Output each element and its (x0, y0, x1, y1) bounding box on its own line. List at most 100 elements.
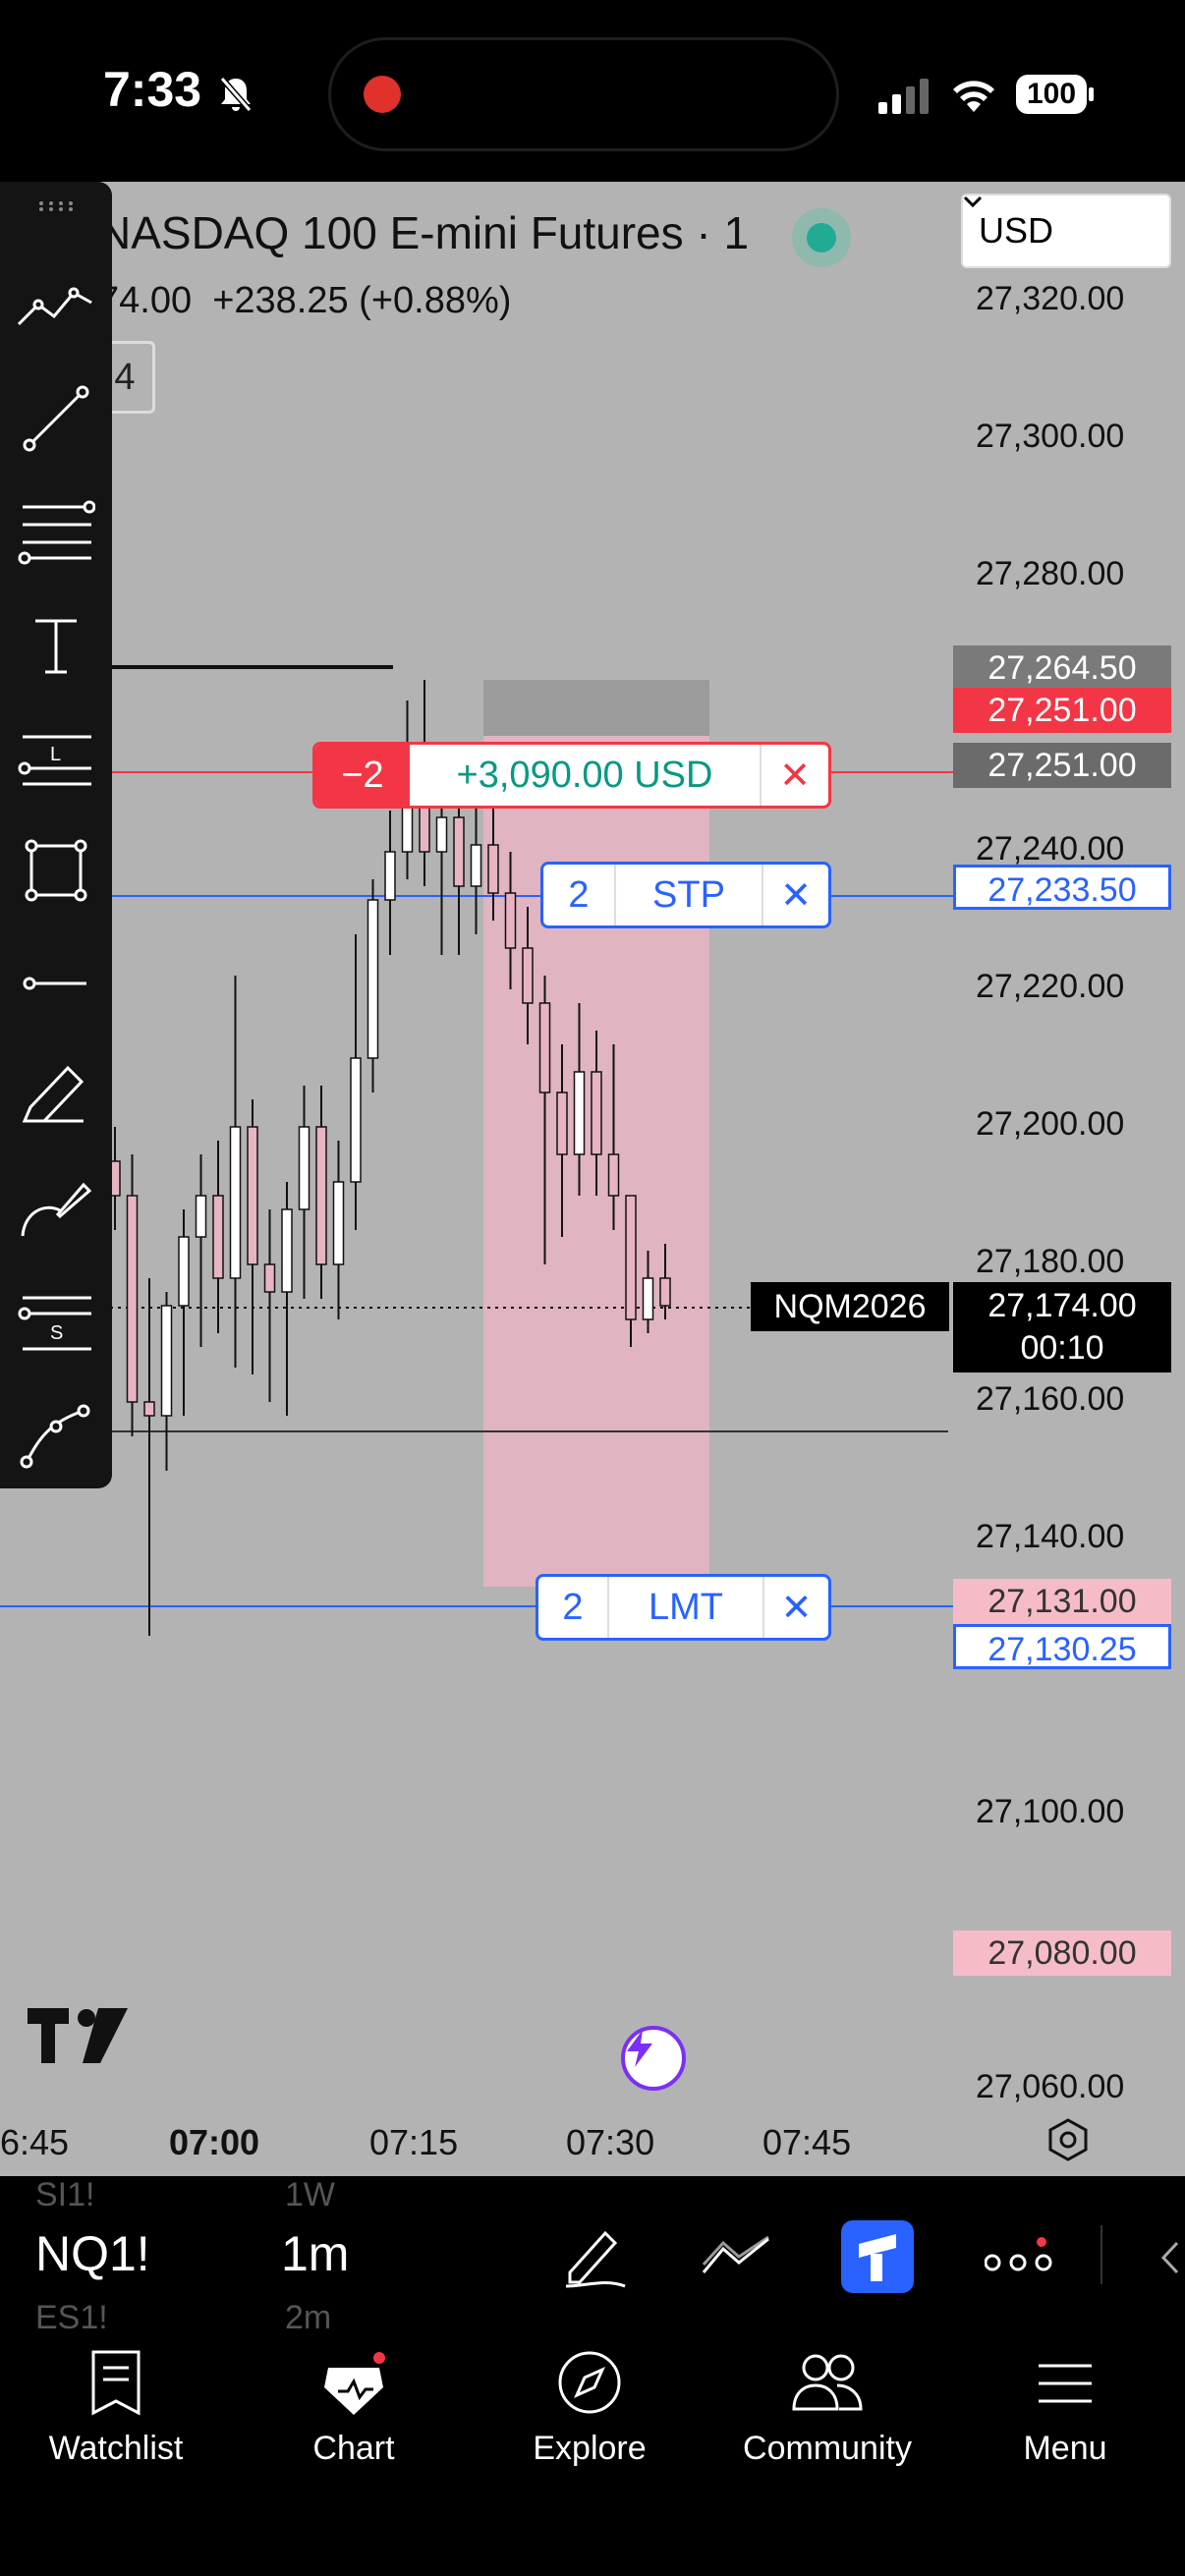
battery-tip (1089, 87, 1094, 101)
close-position-button[interactable]: ✕ (762, 745, 828, 806)
price-axis-label: 27,300.00 (976, 418, 1125, 455)
chart-area[interactable]: NASDAQ 100 E-mini Futures · 1 74.00 +238… (0, 182, 1185, 2176)
bar-countdown: 00:10 (1020, 1329, 1104, 1367)
long-position-tool-button[interactable]: L (16, 717, 96, 798)
chart-title[interactable]: NASDAQ 100 E-mini Futures · 1 (98, 206, 749, 259)
tab-label: Chart (312, 2430, 395, 2467)
pencil-icon[interactable] (562, 2217, 627, 2292)
candle-body (504, 892, 517, 949)
tab-label: Watchlist (48, 2430, 184, 2467)
candle-body (607, 1153, 620, 1197)
more-icon[interactable] (985, 2237, 1053, 2276)
candle-body (298, 1126, 310, 1210)
short-position-icon: S (18, 1296, 91, 1351)
candle-body (538, 1002, 551, 1093)
price-marker-gray: 27,264.50 (953, 645, 1171, 691)
text-tool-button[interactable] (16, 604, 96, 685)
rectangle-tool-button[interactable] (16, 830, 96, 911)
cancel-limit-button[interactable]: ✕ (764, 1577, 828, 1638)
short-position-tool-button[interactable]: S (16, 1282, 96, 1363)
time-axis-label: 07:30 (566, 2122, 655, 2162)
price-marker-position: 27,251.00 (953, 743, 1171, 788)
trading-panel-button[interactable] (841, 2220, 914, 2293)
drag-handle-icon[interactable] (37, 201, 73, 211)
tradingview-logo-icon[interactable] (28, 2004, 132, 2065)
position-line-box[interactable]: −2 +3,090.00 USD ✕ (312, 742, 831, 809)
tab-explore[interactable]: Explore (491, 2348, 688, 2468)
candle-body (229, 1126, 242, 1279)
ghost-interval: 2m (285, 2299, 332, 2336)
candle-body (659, 1277, 671, 1307)
time-axis-label: 6:45 (0, 2122, 70, 2162)
divider (1100, 2225, 1102, 2284)
price-axis-label: 27,140.00 (976, 1518, 1125, 1555)
long-position-icon: L (18, 735, 91, 786)
battery-indicator: 100 (1016, 75, 1087, 114)
path-tool-button[interactable] (16, 1395, 96, 1476)
lightning-button[interactable] (621, 2026, 686, 2091)
drawing-toolbar[interactable]: L S (0, 182, 112, 1488)
candle-body (212, 1195, 224, 1279)
path-icon (20, 1404, 90, 1469)
price-axis-label: 27,220.00 (976, 968, 1125, 1005)
candle-body (178, 1236, 190, 1307)
candle-body (263, 1263, 276, 1293)
price-chart[interactable] (0, 182, 1185, 2176)
position-pnl[interactable]: +3,090.00 USD (410, 745, 762, 806)
indicators-icon[interactable] (700, 2235, 774, 2280)
candle-body (522, 947, 534, 1004)
symbol-bar[interactable]: SI1! 1W NQ1! 1m ES1! 2m (0, 2176, 1185, 2336)
price-axis-label: 27,240.00 (976, 830, 1125, 868)
limit-order-box[interactable]: 2 LMT ✕ (536, 1574, 831, 1641)
text-icon (35, 619, 77, 674)
currency-value: USD (979, 210, 1054, 251)
stop-order-box[interactable]: 2 STP ✕ (540, 862, 831, 928)
candle-body (332, 1181, 345, 1265)
trend-tool-button[interactable] (16, 265, 96, 346)
fib-tool-button[interactable] (16, 491, 96, 572)
tab-menu[interactable]: Menu (967, 2348, 1163, 2468)
stop-order-type[interactable]: STP (616, 865, 763, 925)
svg-text:S: S (50, 1322, 63, 1344)
price-axis-label: 27,280.00 (976, 555, 1125, 592)
cancel-stop-button[interactable]: ✕ (763, 865, 828, 925)
price-axis-label: 27,060.00 (976, 2068, 1125, 2105)
chevron-left-icon[interactable] (1159, 2241, 1181, 2274)
compass-icon (558, 2351, 621, 2414)
chevron-down-icon (963, 196, 983, 208)
horizontal-ray-tool-button[interactable] (16, 943, 96, 1024)
last-price-marker: 27,174.00 00:10 (953, 1282, 1171, 1372)
candle-body (247, 1126, 258, 1265)
currency-select[interactable]: USD (961, 194, 1171, 268)
tab-chart[interactable]: Chart (255, 2348, 452, 2468)
trend-line-icon (23, 385, 89, 452)
interval-selector[interactable]: 1m (281, 2225, 349, 2282)
cellular-signal-icon (878, 79, 929, 114)
tab-community[interactable]: Community (729, 2348, 926, 2468)
candle-body (573, 1071, 586, 1155)
position-qty[interactable]: −2 (315, 745, 410, 806)
time-axis-label: 07:45 (762, 2122, 852, 2162)
price-marker-limit: 27,130.25 (953, 1624, 1171, 1669)
axis-settings-icon[interactable] (1045, 2117, 1091, 2162)
symbol-selector[interactable]: NQ1! (35, 2225, 150, 2282)
time-axis-label: 07:15 (369, 2122, 459, 2162)
candle-body (195, 1195, 207, 1238)
price-axis-label: 27,180.00 (976, 1243, 1125, 1280)
brush-tool-button[interactable] (16, 1056, 96, 1137)
market-status-icon[interactable] (792, 208, 851, 267)
wifi-icon (953, 81, 994, 112)
stop-order-qty[interactable]: 2 (543, 865, 616, 925)
curve-tool-button[interactable] (16, 1169, 96, 1250)
ghost-symbol: ES1! (35, 2299, 108, 2336)
trend-line-tool-button[interactable] (16, 378, 96, 459)
limit-order-type[interactable]: LMT (609, 1577, 764, 1638)
candle-body (487, 844, 499, 894)
limit-order-qty[interactable]: 2 (538, 1577, 609, 1638)
trading-panel-icon (859, 2234, 896, 2281)
tab-watchlist[interactable]: Watchlist (18, 2348, 214, 2468)
candle-body (453, 816, 465, 887)
profit-zone (483, 680, 709, 736)
candle-body (367, 899, 379, 1059)
candle-body (315, 1126, 327, 1265)
